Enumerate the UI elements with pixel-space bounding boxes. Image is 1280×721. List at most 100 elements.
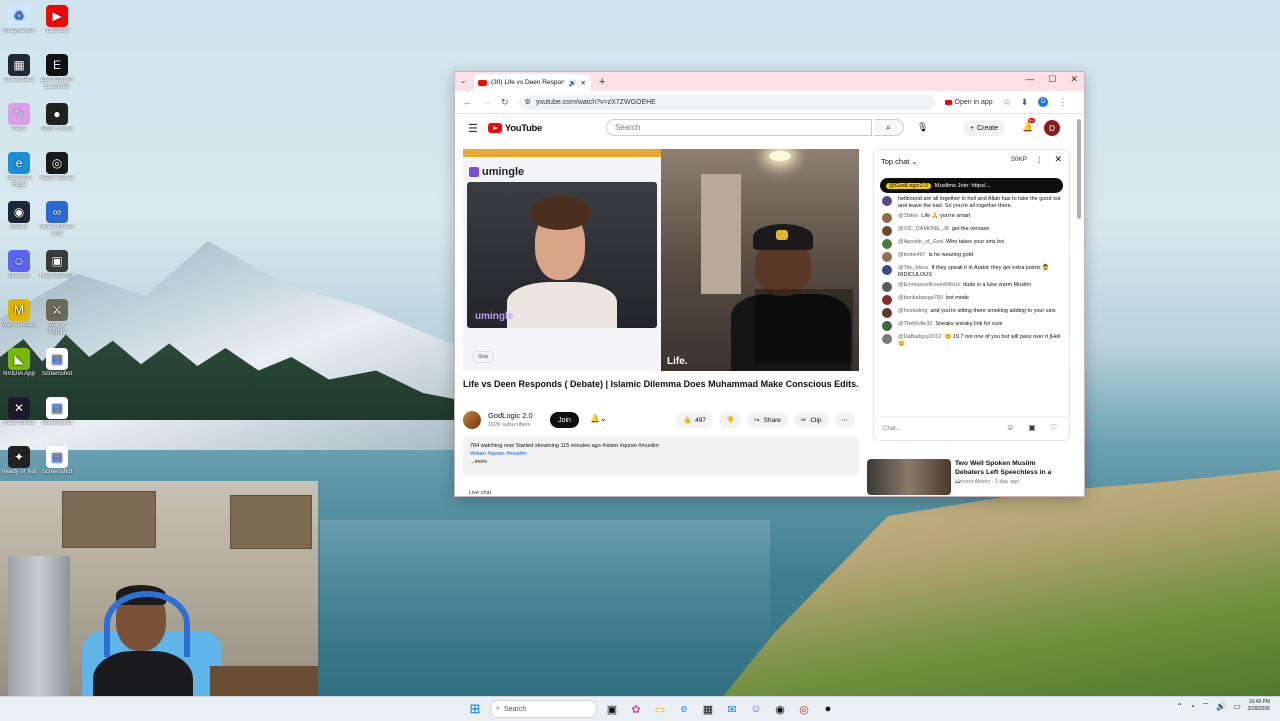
mail-icon[interactable]: ✉ xyxy=(723,700,741,718)
close-tab-icon[interactable]: ✕ xyxy=(581,79,586,87)
super-points[interactable]: 50KP xyxy=(1011,156,1027,163)
desktop-icon[interactable]: ▤ Screenshot xyxy=(39,397,75,434)
chrome-icon[interactable]: ◎ xyxy=(795,700,813,718)
tray-chevron-icon[interactable]: ⌃ xyxy=(1176,702,1183,711)
emoji-icon[interactable]: ☺ xyxy=(1006,423,1014,432)
chat-author-avatar[interactable] xyxy=(882,282,892,292)
maximize-icon[interactable]: ☐ xyxy=(1048,74,1056,85)
chat-author-avatar[interactable] xyxy=(882,295,892,305)
share-button[interactable]: ↪ Share xyxy=(747,412,788,428)
search-button[interactable]: ⌕ xyxy=(874,119,904,136)
recommended-video[interactable]: Two Well Spoken Muslim Debaters Left Spe… xyxy=(867,457,1067,495)
show-more-link[interactable]: ...more xyxy=(470,458,852,466)
task-view-icon[interactable]: ▣ xyxy=(603,700,621,718)
super-chat-icon[interactable]: ▣ xyxy=(1028,423,1036,432)
desktop-icon[interactable]: ∞ Meta Horizon Link xyxy=(39,201,75,238)
site-info-icon[interactable]: ⚙ xyxy=(525,98,531,106)
chat-author-avatar[interactable] xyxy=(882,334,892,344)
create-button[interactable]: + Create xyxy=(963,120,1006,136)
reload-icon[interactable]: ↻ xyxy=(501,97,509,108)
obs-icon[interactable]: ● xyxy=(819,700,837,718)
desktop-icon[interactable]: ⚔ War of Rights xyxy=(39,299,75,336)
channel-avatar[interactable] xyxy=(463,411,481,429)
chat-author-avatar[interactable] xyxy=(882,252,892,262)
calculator-icon[interactable]: ▦ xyxy=(699,700,717,718)
chat-author[interactable]: @Apostle_of_God xyxy=(898,239,943,245)
desktop-icon[interactable]: ▤ Screenshot xyxy=(39,446,75,483)
chat-more-icon[interactable]: ⋮ xyxy=(1036,155,1044,164)
pinned-message[interactable]: @GodLogic2.0 Muslims Join: https/... xyxy=(880,178,1063,193)
close-window-icon[interactable]: ✕ xyxy=(1070,74,1078,85)
volume-icon[interactable]: 🔊 xyxy=(1216,702,1226,711)
desktop-icon[interactable]: ▦ Streamlabs xyxy=(1,54,37,91)
chat-author[interactable]: @testis497 xyxy=(898,252,926,258)
desktop-icon[interactable]: ✦ Ready or Not xyxy=(1,446,37,483)
more-actions-button[interactable]: ⋯ xyxy=(834,412,856,428)
desktop-icon[interactable]: ▣ Half Life Alyx xyxy=(39,250,75,287)
top-chat-dropdown[interactable]: Top chat ⌄ xyxy=(881,157,918,166)
tab-search-icon[interactable]: ⌄ xyxy=(460,76,467,85)
file-explorer-icon[interactable]: ▭ xyxy=(651,700,669,718)
browser-profile-avatar[interactable]: D xyxy=(1038,97,1049,107)
microphone-icon[interactable]: 🎙 xyxy=(917,122,928,133)
forward-icon[interactable]: → xyxy=(482,97,491,107)
chat-author[interactable]: @2bites xyxy=(898,213,918,219)
copilot-icon[interactable]: ✿ xyxy=(627,700,645,718)
desktop-icon[interactable]: ● OBS Studio xyxy=(39,103,75,140)
browser-menu-icon[interactable]: ⋮ xyxy=(1058,97,1067,108)
chat-author-avatar[interactable] xyxy=(882,321,892,331)
desktop-icon[interactable]: ✎ Paint xyxy=(1,103,37,140)
discord-icon[interactable]: ☺ xyxy=(747,700,765,718)
bookmark-star-icon[interactable]: ☆ xyxy=(1003,97,1011,108)
new-tab-button[interactable]: + xyxy=(599,76,605,88)
desktop-icon[interactable]: ◎ Razer Cortex xyxy=(39,152,75,189)
steam-icon[interactable]: ◉ xyxy=(771,700,789,718)
browser-tab[interactable]: (30) Life vs Deen Responds 🔊 ✕ xyxy=(473,74,591,91)
audio-icon[interactable]: 🔊 xyxy=(568,79,576,87)
chat-author-avatar[interactable] xyxy=(882,239,892,249)
chat-author[interactable]: @DaBadguy2012 xyxy=(898,334,942,340)
clock[interactable]: 10:49 PM 3/28/2026 xyxy=(1248,699,1270,713)
omnibox[interactable]: ⚙ youtube.com/watch?v=zX7ZWGOEHE xyxy=(518,94,935,110)
like-button[interactable]: 👍 497 xyxy=(676,412,713,428)
chat-author-avatar[interactable] xyxy=(882,226,892,236)
chat-author[interactable]: @TheMulle32 xyxy=(898,321,932,327)
desktop-icon[interactable]: ✕ Halo Infinite xyxy=(1,397,37,434)
desktop-icon[interactable]: M Marvel Rivals xyxy=(1,299,37,336)
desktop-icon[interactable]: ◣ NVIDIA App xyxy=(1,348,37,385)
desktop-icon[interactable]: ☺ Discord xyxy=(1,250,37,287)
join-button[interactable]: Join xyxy=(550,412,579,428)
menu-icon[interactable]: ☰ xyxy=(468,122,478,135)
chat-author[interactable]: @EmmanuelKoseWithUs xyxy=(898,282,960,288)
desktop-icon[interactable]: e Microsoft Edge xyxy=(1,152,37,189)
chat-author-avatar[interactable] xyxy=(882,265,892,275)
video-description[interactable]: 784 watching now Started streaming 115 m… xyxy=(463,436,859,476)
downloads-icon[interactable]: ⬇ xyxy=(1021,97,1029,108)
edge-icon[interactable]: e xyxy=(675,700,693,718)
page-scrollbar[interactable] xyxy=(1077,119,1081,219)
chat-author[interactable]: @VIC_DAMONE_J8 xyxy=(898,226,949,232)
search-input[interactable]: Search xyxy=(606,119,872,136)
back-icon[interactable]: ← xyxy=(463,97,472,107)
notifications-bell-icon[interactable]: 🔔 xyxy=(1022,122,1033,133)
desktop-icon[interactable]: E Epic Games Launcher xyxy=(39,54,75,91)
video-player[interactable]: umingle umingle Stop Life. xyxy=(463,149,859,371)
taskbar-search[interactable]: ⌕ Search xyxy=(490,700,597,718)
chat-author[interactable]: @Tito_bless xyxy=(898,265,928,271)
desktop-icon[interactable]: ♻ Recycle Bin xyxy=(1,5,37,42)
chat-author-avatar[interactable] xyxy=(882,213,892,223)
windows-start-icon[interactable]: ⊞ xyxy=(466,700,484,718)
youtube-logo[interactable]: YouTube xyxy=(487,123,542,134)
chat-author[interactable]: @hosteding xyxy=(898,308,927,314)
desktop-icon[interactable]: ▤ Screenshot xyxy=(39,348,75,385)
description-tags[interactable]: #islam #quran #muslim xyxy=(470,450,852,458)
network-icon[interactable]: ◔ xyxy=(1190,702,1195,711)
battery-icon[interactable]: ▭ xyxy=(1233,702,1241,711)
heart-icon[interactable]: ♡ xyxy=(1050,423,1057,432)
account-avatar[interactable]: D xyxy=(1044,120,1060,136)
dislike-button[interactable]: 👎 xyxy=(718,412,742,428)
desktop-icon[interactable]: ▶ YouTube xyxy=(39,5,75,42)
subscribe-bell-icon[interactable]: 🔔⌄ xyxy=(590,414,607,423)
clip-button[interactable]: ✂ Clip xyxy=(793,412,829,428)
minimize-icon[interactable]: — xyxy=(1025,74,1034,85)
